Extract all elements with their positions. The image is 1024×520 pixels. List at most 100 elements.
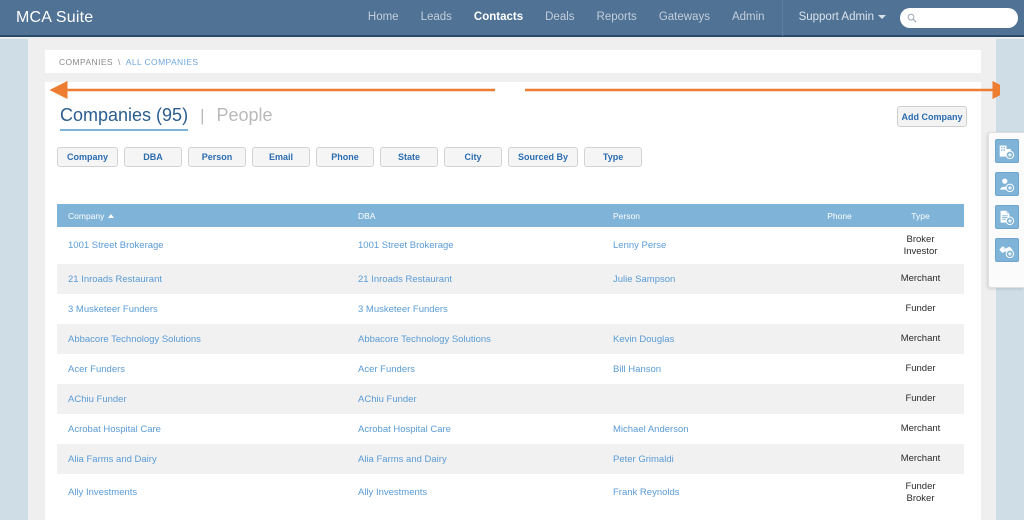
cell-company[interactable]: Alia Farms and Dairy: [57, 444, 347, 474]
table-row[interactable]: 1001 Street Brokerage 1001 Street Brokera…: [57, 227, 964, 264]
cell-person[interactable]: Kevin Douglas: [602, 324, 802, 354]
table-row[interactable]: Acrobat Hospital Care Acrobat Hospital Ca…: [57, 414, 964, 444]
cell-dba[interactable]: 21 Inroads Restaurant: [347, 264, 602, 294]
cell-dba[interactable]: Acrobat Hospital Care: [347, 414, 602, 444]
nav-link-deals[interactable]: Deals: [534, 0, 585, 36]
cell-person[interactable]: Lenny Perse: [602, 227, 802, 264]
table-row[interactable]: Abbacore Technology Solutions Abbacore Te…: [57, 324, 964, 354]
cell-company-link[interactable]: Alia Farms and Dairy: [68, 454, 157, 465]
cell-company[interactable]: 3 Musketeer Funders: [57, 294, 347, 324]
filter-chip-company[interactable]: Company: [57, 147, 119, 167]
add-company-button[interactable]: Add Company: [897, 106, 967, 127]
cell-dba-link[interactable]: 1001 Street Brokerage: [358, 240, 454, 251]
cell-dba[interactable]: 1001 Street Brokerage: [347, 227, 602, 264]
add-person-quick-action[interactable]: [994, 172, 1019, 196]
filter-chip-city[interactable]: City: [444, 147, 503, 167]
cell-person[interactable]: Frank Reynolds: [602, 474, 802, 511]
cell-dba[interactable]: Ally Investments: [347, 474, 602, 511]
companies-table-wrapper: Company DBA Person Phone Type 1001 Stree…: [57, 204, 964, 511]
nav-link-reports[interactable]: Reports: [586, 0, 648, 36]
filter-chip-type[interactable]: Type: [584, 147, 643, 167]
cell-dba[interactable]: Acer Funders: [347, 354, 602, 384]
cell-dba-link[interactable]: Ally Investments: [358, 487, 427, 498]
add-deal-quick-action[interactable]: [994, 238, 1019, 262]
cell-company[interactable]: 1001 Street Brokerage: [57, 227, 347, 264]
cell-company-link[interactable]: Acer Funders: [68, 364, 125, 375]
breadcrumb-current[interactable]: ALL COMPANIES: [126, 57, 199, 67]
global-search[interactable]: [900, 7, 1018, 28]
cell-dba-link[interactable]: 3 Musketeer Funders: [358, 304, 448, 315]
cell-company-link[interactable]: Ally Investments: [68, 487, 137, 498]
column-header-phone[interactable]: Phone: [802, 204, 877, 227]
table-row[interactable]: AChiu Funder AChiu Funder Funder: [57, 384, 964, 414]
cell-company[interactable]: 21 Inroads Restaurant: [57, 264, 347, 294]
filter-chip-sourced-by[interactable]: Sourced By: [508, 147, 579, 167]
add-document-quick-action[interactable]: [994, 205, 1019, 229]
filter-chip-dba[interactable]: DBA: [124, 147, 183, 167]
cell-company-link[interactable]: AChiu Funder: [68, 394, 127, 405]
cell-phone: [802, 264, 877, 294]
cell-dba-link[interactable]: Acrobat Hospital Care: [358, 424, 451, 435]
cell-dba-link[interactable]: Abbacore Technology Solutions: [358, 334, 491, 345]
table-row[interactable]: 3 Musketeer Funders 3 Musketeer Funders Fu…: [57, 294, 964, 324]
filter-chip-phone[interactable]: Phone: [316, 147, 375, 167]
filter-chip-state[interactable]: State: [380, 147, 439, 167]
cell-company[interactable]: Abbacore Technology Solutions: [57, 324, 347, 354]
quick-actions-panel: [988, 132, 1024, 288]
nav-link-admin[interactable]: Admin: [721, 0, 776, 36]
cell-person[interactable]: Michael Anderson: [602, 414, 802, 444]
nav-link-gateways[interactable]: Gateways: [648, 0, 721, 36]
sort-ascending-icon: [108, 214, 115, 219]
table-row[interactable]: Ally Investments Ally Investments Frank Re…: [57, 474, 964, 511]
cell-company-link[interactable]: Abbacore Technology Solutions: [68, 334, 201, 345]
cell-dba-link[interactable]: AChiu Funder: [358, 394, 417, 405]
cell-dba-link[interactable]: Alia Farms and Dairy: [358, 454, 447, 465]
cell-person-link[interactable]: Peter Grimaldi: [613, 454, 674, 465]
column-header-dba[interactable]: DBA: [347, 204, 602, 227]
cell-person[interactable]: [602, 384, 802, 414]
column-header-person[interactable]: Person: [602, 204, 802, 227]
tab-people[interactable]: People: [216, 105, 272, 126]
cell-dba[interactable]: AChiu Funder: [347, 384, 602, 414]
cell-company[interactable]: Ally Investments: [57, 474, 347, 511]
nav-link-leads[interactable]: Leads: [410, 0, 463, 36]
cell-dba[interactable]: Abbacore Technology Solutions: [347, 324, 602, 354]
nav-link-home[interactable]: Home: [357, 0, 410, 36]
cell-company[interactable]: AChiu Funder: [57, 384, 347, 414]
cell-dba-link[interactable]: 21 Inroads Restaurant: [358, 274, 452, 285]
cell-dba[interactable]: 3 Musketeer Funders: [347, 294, 602, 324]
cell-company-link[interactable]: Acrobat Hospital Care: [68, 424, 161, 435]
user-menu[interactable]: Support Admin: [789, 0, 896, 36]
cell-company-link[interactable]: 1001 Street Brokerage: [68, 240, 164, 251]
cell-person[interactable]: Julie Sampson: [602, 264, 802, 294]
cell-person[interactable]: Bill Hanson: [602, 354, 802, 384]
column-header-type[interactable]: Type: [877, 204, 964, 227]
cell-company[interactable]: Acrobat Hospital Care: [57, 414, 347, 444]
cell-person-link[interactable]: Julie Sampson: [613, 274, 675, 285]
cell-person[interactable]: Peter Grimaldi: [602, 444, 802, 474]
cell-person[interactable]: [602, 294, 802, 324]
cell-company[interactable]: Acer Funders: [57, 354, 347, 384]
column-header-company[interactable]: Company: [57, 204, 347, 227]
cell-person-link[interactable]: Kevin Douglas: [613, 334, 674, 345]
nav-link-contacts[interactable]: Contacts: [463, 0, 534, 36]
app-brand[interactable]: MCA Suite: [0, 9, 93, 27]
tab-companies[interactable]: Companies (95): [60, 105, 189, 131]
cell-type: Funder: [877, 384, 964, 414]
cell-person-link[interactable]: Lenny Perse: [613, 240, 666, 251]
breadcrumb-root[interactable]: COMPANIES: [59, 57, 113, 67]
filter-chip-email[interactable]: Email: [252, 147, 311, 167]
global-search-input[interactable]: [920, 11, 1004, 24]
table-row[interactable]: 21 Inroads Restaurant 21 Inroads Restaura…: [57, 264, 964, 294]
cell-person-link[interactable]: Bill Hanson: [613, 364, 661, 375]
filter-chip-person[interactable]: Person: [188, 147, 247, 167]
add-company-quick-action[interactable]: [994, 139, 1019, 163]
cell-company-link[interactable]: 3 Musketeer Funders: [68, 304, 158, 315]
cell-company-link[interactable]: 21 Inroads Restaurant: [68, 274, 162, 285]
cell-dba-link[interactable]: Acer Funders: [358, 364, 415, 375]
cell-person-link[interactable]: Michael Anderson: [613, 424, 689, 435]
table-row[interactable]: Acer Funders Acer Funders Bill Hanson Funde…: [57, 354, 964, 384]
cell-person-link[interactable]: Frank Reynolds: [613, 487, 680, 498]
table-row[interactable]: Alia Farms and Dairy Alia Farms and Dairy…: [57, 444, 964, 474]
cell-dba[interactable]: Alia Farms and Dairy: [347, 444, 602, 474]
